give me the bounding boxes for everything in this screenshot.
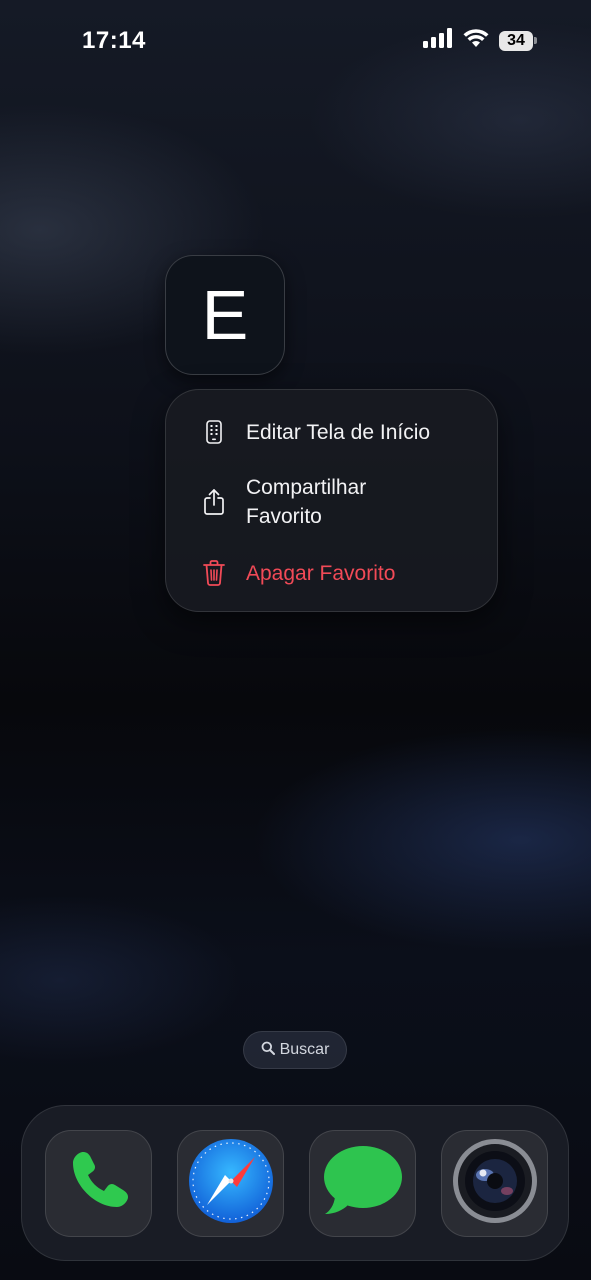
battery-level: 34 — [499, 30, 533, 51]
menu-item-edit-home-screen[interactable]: Editar Tela de Início — [166, 418, 499, 447]
status-time: 17:14 — [82, 27, 146, 54]
menu-item-label: Compartilhar Favorito — [246, 473, 366, 531]
messages-app-icon — [321, 1143, 405, 1224]
dock-app-safari[interactable] — [177, 1130, 284, 1237]
menu-item-label: Apagar Favorito — [246, 562, 396, 585]
dock-app-phone[interactable] — [45, 1130, 152, 1237]
bookmark-tile[interactable]: E — [165, 255, 285, 375]
camera-app-icon — [449, 1135, 541, 1232]
search-button[interactable]: Buscar — [243, 1031, 347, 1069]
trash-icon — [202, 560, 226, 586]
menu-item-label-line2: Favorito — [246, 505, 322, 528]
phone-grid-icon — [202, 420, 226, 444]
context-menu: Editar Tela de Início Compartilhar Favor… — [165, 389, 498, 612]
search-label: Buscar — [279, 1041, 330, 1058]
phone-app-icon — [61, 1143, 137, 1224]
cellular-signal-icon — [423, 28, 453, 53]
menu-item-label-line1: Compartilhar — [246, 476, 367, 499]
safari-app-icon — [185, 1135, 277, 1232]
dock — [21, 1105, 569, 1261]
home-screen: 17:14 34 E Editar Tela de Início Compart… — [0, 0, 591, 1280]
battery-icon: 34 — [499, 30, 537, 52]
dock-app-messages[interactable] — [309, 1130, 416, 1237]
status-bar: 17:14 34 — [0, 0, 591, 84]
dock-app-camera[interactable] — [441, 1130, 548, 1237]
magnifier-icon — [261, 1041, 275, 1060]
share-icon — [202, 488, 226, 516]
status-icons: 34 — [423, 28, 537, 53]
menu-item-delete-bookmark[interactable]: Apagar Favorito — [166, 559, 499, 588]
bookmark-letter: E — [201, 276, 249, 354]
menu-item-label: Editar Tela de Início — [246, 421, 431, 444]
menu-item-share-bookmark[interactable]: Compartilhar Favorito — [166, 473, 499, 531]
wifi-icon — [463, 28, 489, 53]
